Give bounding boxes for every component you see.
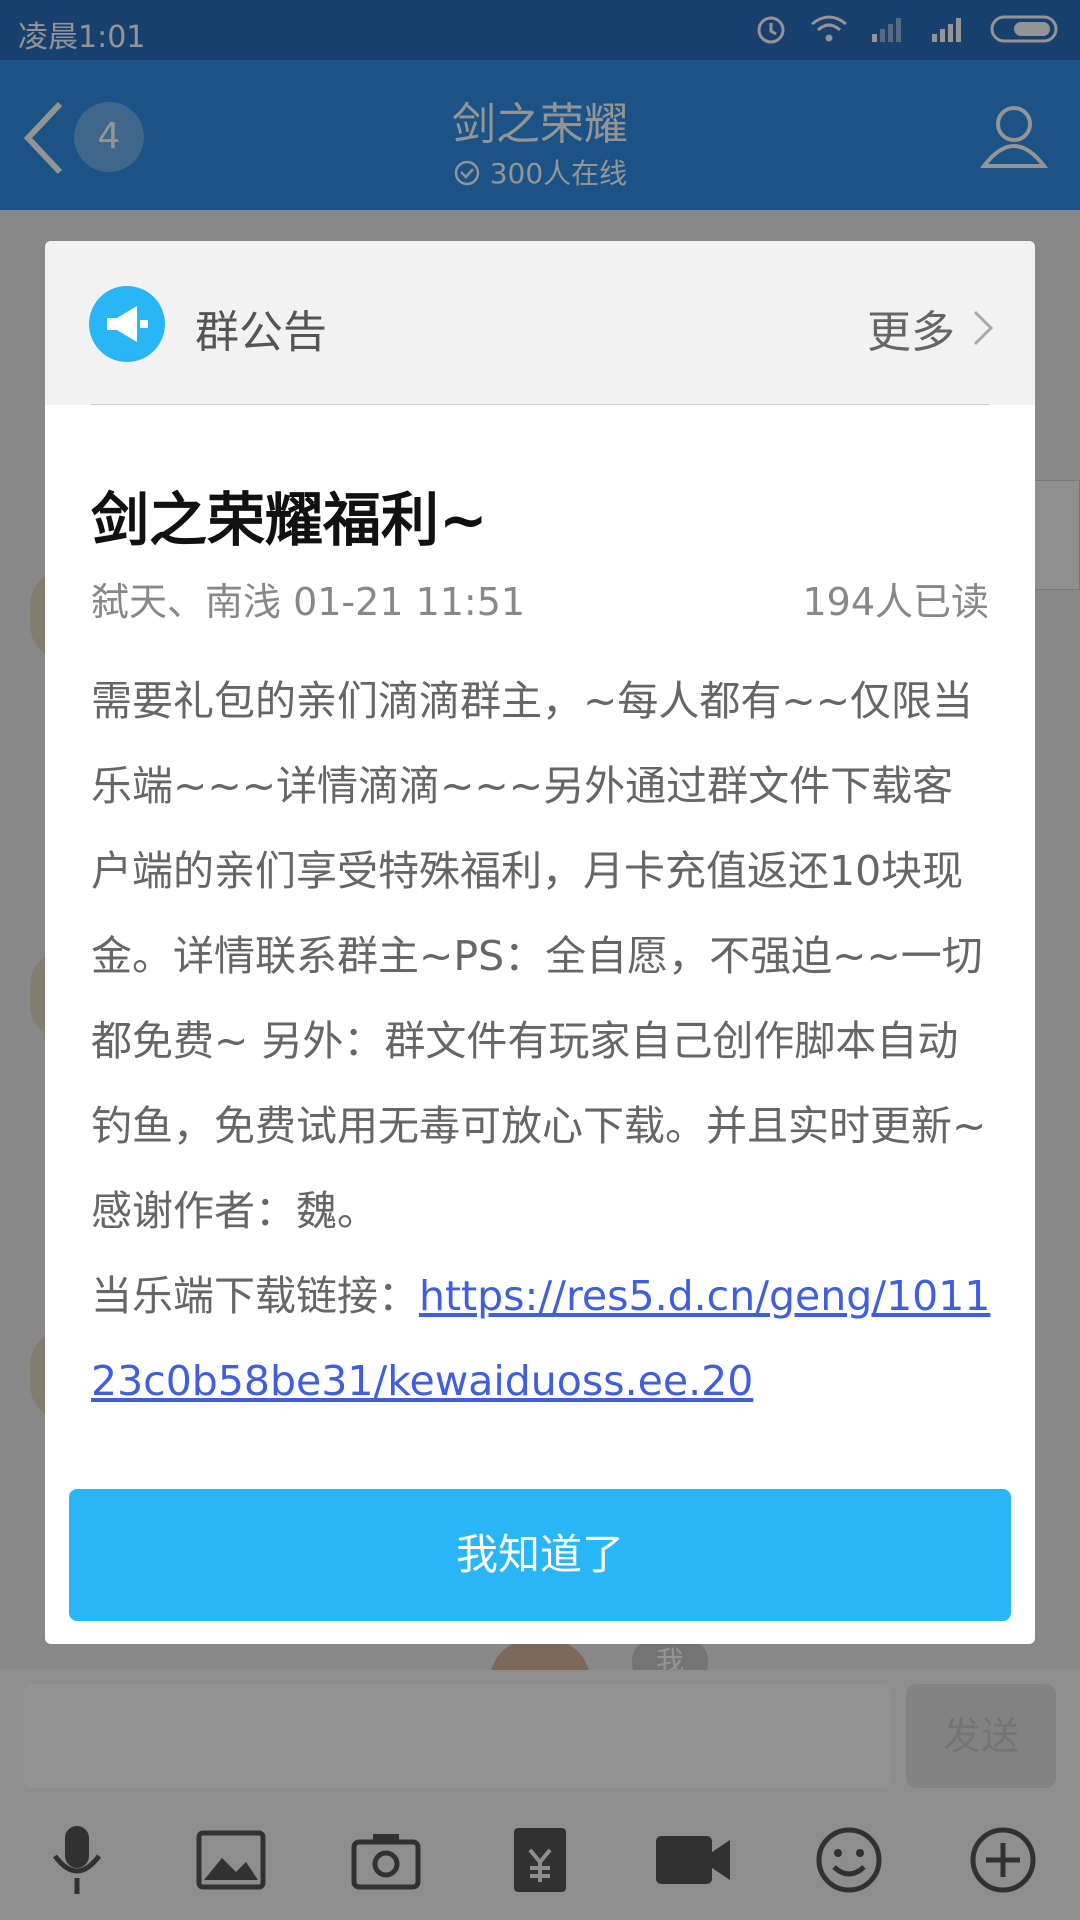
acknowledge-button[interactable]: 我知道了 — [69, 1489, 1011, 1621]
announcement-author-time: 弑天、南浅 01-21 11:51 — [91, 580, 526, 624]
chevron-right-icon — [973, 310, 994, 346]
more-announcements-link[interactable]: 更多 — [867, 296, 995, 360]
download-link-line: 当乐端下载链接：https://res5.d.cn/geng/101123c0b… — [91, 1254, 991, 1424]
megaphone-icon — [89, 286, 165, 362]
dialog-header-label: 群公告 — [195, 307, 327, 358]
download-link-prefix: 当乐端下载链接： — [91, 1272, 419, 1320]
announcement-read-count: 194人已读 — [802, 580, 989, 624]
dialog-header: 群公告 更多 — [45, 241, 1035, 405]
group-announcement-dialog: 群公告 更多 剑之荣耀福利~ 弑天、南浅 01-21 11:51 194人已读 … — [45, 241, 1035, 1644]
content-fade — [45, 1416, 1035, 1456]
announcement-title: 剑之荣耀福利~ — [91, 486, 488, 554]
more-label: 更多 — [867, 307, 955, 358]
header-divider — [91, 404, 989, 405]
announcement-body: 需要礼包的亲们滴滴群主，~每人都有~~仅限当乐端~~~详情滴滴~~~另外通过群文… — [91, 677, 987, 1235]
